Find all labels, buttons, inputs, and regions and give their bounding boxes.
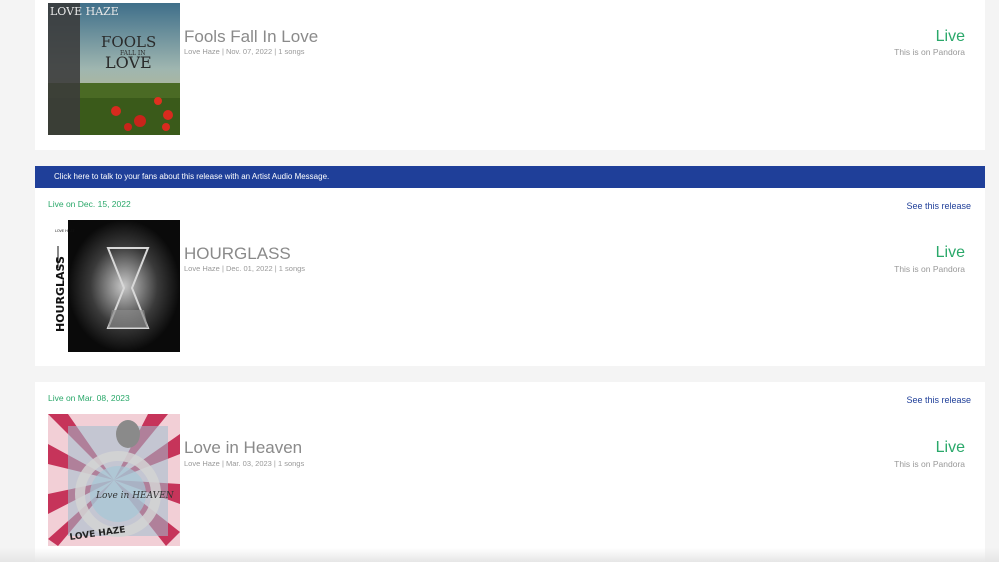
album-art-hourglass: LOVE HAZE HOURGLASS (48, 220, 180, 352)
release-meta: Love Haze | Nov. 07, 2022 | 1 songs (184, 47, 305, 56)
artist-audio-message-banner[interactable]: Click here to talk to your fans about th… (35, 166, 985, 188)
release-title[interactable]: Love in Heaven (184, 438, 302, 458)
album-art[interactable]: LOVE HAZE HOURGLASS (48, 220, 180, 352)
release-meta: Love Haze | Dec. 01, 2022 | 1 songs (184, 264, 306, 273)
release-status: Live (935, 28, 965, 45)
album-art[interactable]: Love in HEAVEN LOVE HAZE (48, 414, 180, 546)
release-dsp: This is on Pandora (894, 264, 965, 274)
art-side-text: HOURGLASS (54, 256, 67, 332)
live-date: Live on Mar. 08, 2023 (48, 393, 130, 403)
album-art-fools: LOVE HAZE FOOLS FALL IN LOVE (48, 3, 180, 135)
release-status: Live (935, 439, 965, 456)
album-art-love-in-heaven: Love in HEAVEN LOVE HAZE (48, 414, 180, 546)
release-dsp: This is on Pandora (894, 47, 965, 57)
release-card: Live on Mar. 08, 2023 See this release L… (35, 382, 985, 562)
art-line3: LOVE (105, 53, 152, 72)
release-card: LOVE HAZE FOOLS FALL IN LOVE Fools Fall … (35, 0, 985, 150)
release-meta: Love Haze | Mar. 03, 2023 | 1 songs (184, 459, 305, 468)
album-art[interactable]: LOVE HAZE FOOLS FALL IN LOVE (48, 3, 180, 135)
release-card: Live on Dec. 15, 2022 See this release L… (35, 188, 985, 366)
art-side-text: LOVE HAZE (50, 5, 119, 18)
live-date: Live on Dec. 15, 2022 (48, 199, 131, 209)
release-title[interactable]: Fools Fall In Love (184, 27, 318, 47)
release-title[interactable]: HOURGLASS (184, 244, 291, 264)
release-status: Live (935, 244, 965, 261)
art-top-text: LOVE HAZE (55, 229, 75, 233)
scroll-fade (0, 548, 999, 562)
see-this-release-link[interactable]: See this release (906, 395, 971, 405)
see-this-release-link[interactable]: See this release (906, 201, 971, 211)
art-center-text: Love in HEAVEN (95, 491, 175, 501)
banner-text: Click here to talk to your fans about th… (54, 172, 330, 181)
art-line1: FOOLS (101, 33, 156, 51)
release-dsp: This is on Pandora (894, 459, 965, 469)
